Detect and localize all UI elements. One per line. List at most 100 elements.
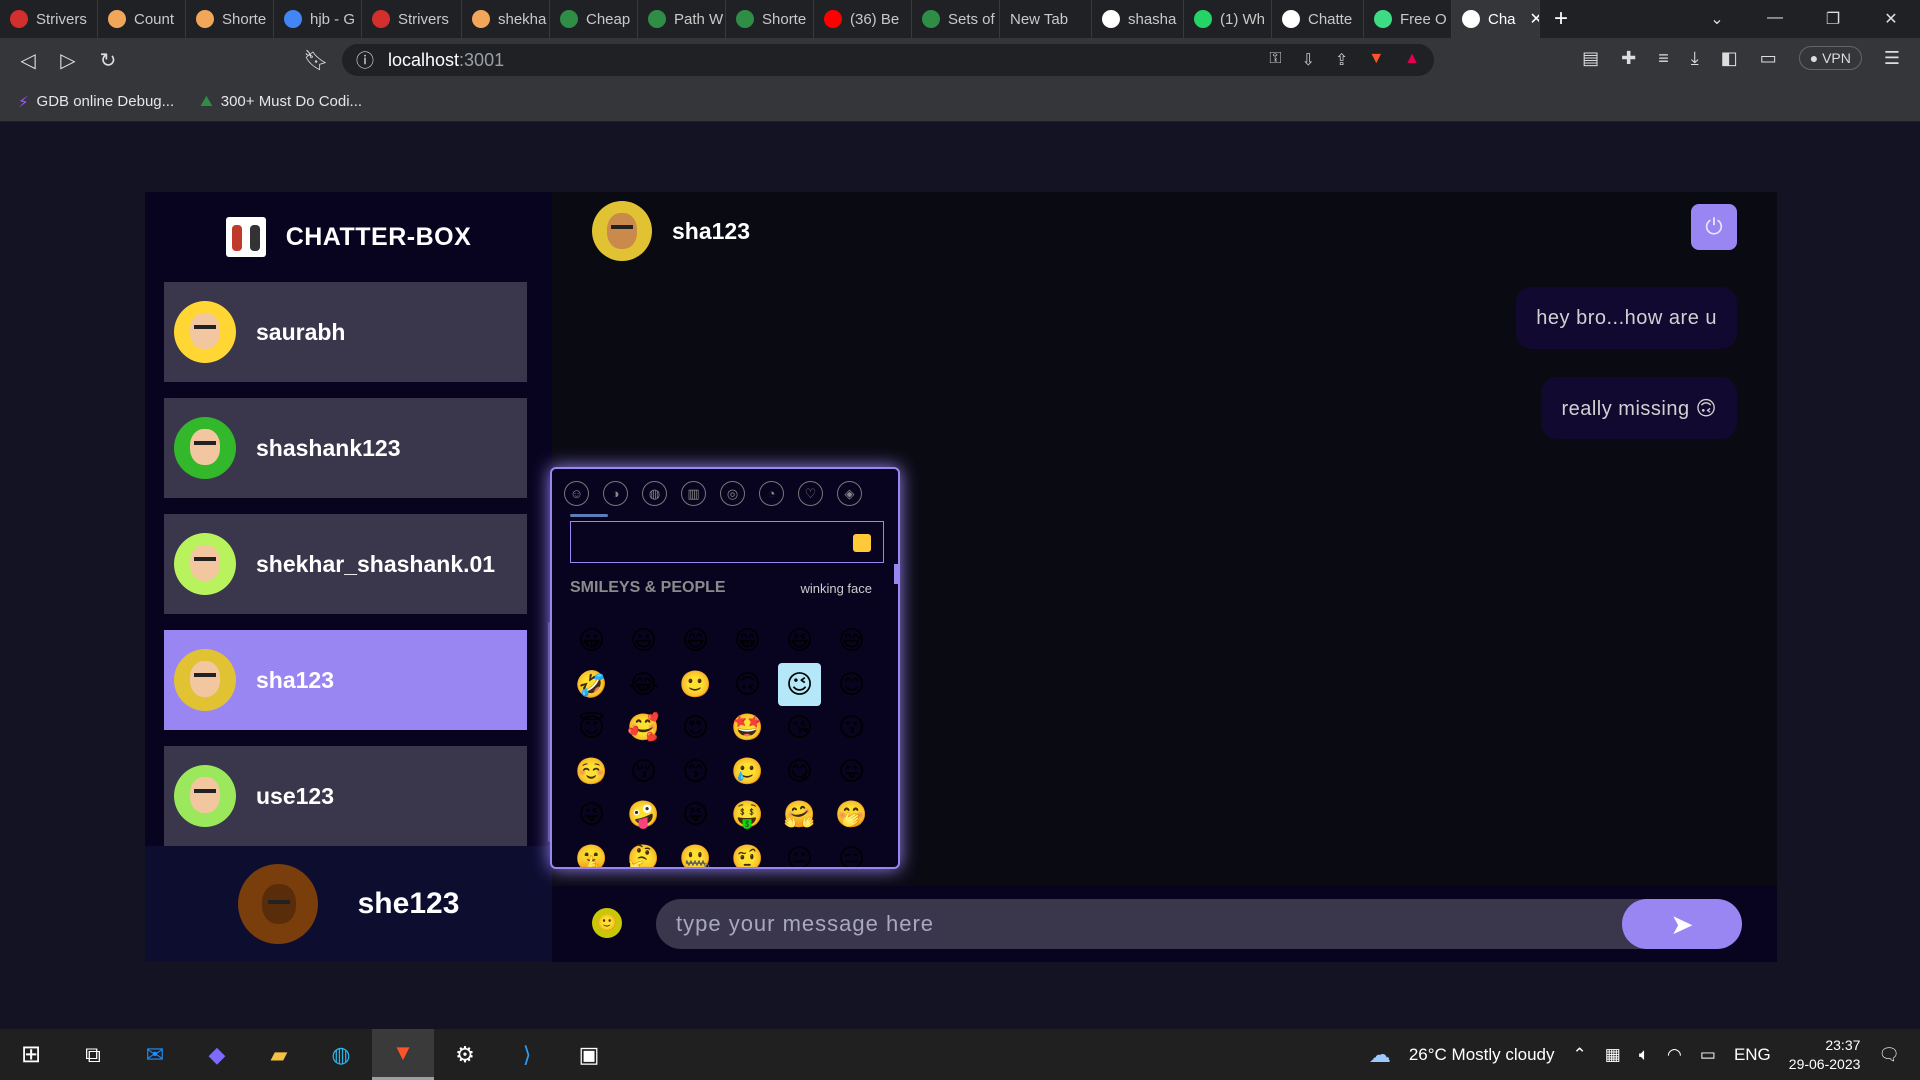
forward-icon[interactable]: ▷ bbox=[48, 48, 88, 73]
emoji-item[interactable]: 😘 bbox=[778, 706, 821, 750]
brave-icon[interactable]: ▼ bbox=[372, 1029, 434, 1080]
task-view-icon[interactable]: ⧉ bbox=[62, 1029, 124, 1080]
browser-tab[interactable]: Strivers bbox=[0, 0, 98, 38]
category-flags-icon[interactable]: ◈ bbox=[837, 481, 862, 506]
emoji-item[interactable]: 😚 bbox=[622, 750, 665, 794]
browser-tab[interactable]: Cheap bbox=[550, 0, 638, 38]
sidebar-icon[interactable]: ◧ bbox=[1721, 48, 1738, 69]
browser-tab[interactable]: (1) Wh bbox=[1184, 0, 1272, 38]
start-icon[interactable]: ⊞ bbox=[0, 1029, 62, 1080]
emoji-item[interactable]: 🥰 bbox=[622, 706, 665, 750]
emoji-item[interactable]: 😉 bbox=[778, 662, 821, 706]
browser-tab[interactable]: Free O bbox=[1364, 0, 1452, 38]
tray-overflow-icon[interactable]: ⌃ bbox=[1573, 1045, 1587, 1065]
browser-tab[interactable]: Path W bbox=[638, 0, 726, 38]
category-travel-icon[interactable]: ▥ bbox=[681, 481, 706, 506]
skin-tone-button[interactable] bbox=[853, 534, 871, 552]
browser-tab[interactable]: Cha ✕ bbox=[1452, 0, 1540, 38]
emoji-item[interactable]: 😃 bbox=[622, 619, 665, 663]
close-window-button[interactable]: ✕ bbox=[1862, 9, 1920, 29]
weather-icon[interactable]: ☁ bbox=[1369, 1042, 1391, 1068]
tab-search-icon[interactable]: ⌄ bbox=[1688, 9, 1746, 29]
logout-button[interactable]: ⏻ bbox=[1691, 204, 1737, 250]
emoji-item[interactable]: 🤐 bbox=[674, 837, 717, 867]
category-food-icon[interactable]: ◍ bbox=[642, 481, 667, 506]
emoji-item[interactable]: 🤩 bbox=[726, 706, 769, 750]
share-icon[interactable]: ⇪ bbox=[1335, 50, 1348, 70]
browser-tab[interactable]: New Tab bbox=[1000, 0, 1092, 38]
browser-tab[interactable]: Shorte bbox=[726, 0, 814, 38]
send-button[interactable]: ➤ bbox=[1622, 899, 1742, 949]
back-icon[interactable]: ◁ bbox=[8, 48, 48, 73]
emoji-item[interactable]: 😊 bbox=[830, 663, 873, 707]
extensions-icon[interactable]: ✚ bbox=[1621, 48, 1636, 69]
site-info-icon[interactable]: ⓘ bbox=[356, 47, 374, 73]
browser-tab[interactable]: shekha bbox=[462, 0, 550, 38]
terminal-icon[interactable]: ▣ bbox=[558, 1029, 620, 1080]
reload-icon[interactable]: ↻ bbox=[88, 48, 128, 73]
emoji-item[interactable]: 🥲 bbox=[726, 750, 769, 794]
emoji-item[interactable]: 😍 bbox=[674, 706, 717, 750]
emoji-item[interactable]: 🤣 bbox=[570, 663, 613, 707]
category-activities-icon[interactable]: ◎ bbox=[720, 481, 745, 506]
emoji-item[interactable]: 😀 bbox=[570, 619, 613, 663]
wifi-icon[interactable]: ◠ bbox=[1667, 1045, 1682, 1065]
emoji-item[interactable]: 😁 bbox=[726, 619, 769, 663]
new-tab-button[interactable]: + bbox=[1540, 5, 1582, 33]
browser-tab[interactable]: Chatte bbox=[1272, 0, 1364, 38]
browser-tab[interactable]: Shorte bbox=[186, 0, 274, 38]
emoji-search-input[interactable] bbox=[570, 521, 884, 563]
vscode-icon[interactable]: ⟩ bbox=[496, 1029, 558, 1080]
restore-button[interactable]: ❐ bbox=[1804, 9, 1862, 29]
emoji-scrollbar[interactable] bbox=[894, 564, 898, 584]
bookmark-300[interactable]: ⛰ 300+ Must Do Codi... bbox=[200, 93, 362, 110]
category-animals-icon[interactable]: ◑ bbox=[603, 481, 628, 506]
network-icon[interactable]: ▦ bbox=[1605, 1045, 1621, 1065]
emoji-item[interactable]: 🤫 bbox=[570, 837, 613, 867]
emoji-item[interactable]: 😇 bbox=[570, 706, 613, 750]
browser-tab[interactable]: (36) Be bbox=[814, 0, 912, 38]
browser-tab[interactable]: Count bbox=[98, 0, 186, 38]
emoji-item[interactable]: 😋 bbox=[778, 750, 821, 794]
category-symbols-icon[interactable]: ♡ bbox=[798, 481, 823, 506]
emoji-item[interactable]: 🤔 bbox=[622, 837, 665, 867]
emoji-item[interactable]: 😆 bbox=[778, 619, 821, 663]
battery-icon[interactable]: ▭ bbox=[1700, 1045, 1716, 1065]
bookmark-gdb[interactable]: ⚡ GDB online Debug... bbox=[18, 93, 174, 111]
photos-icon[interactable]: ◆ bbox=[186, 1029, 248, 1080]
emoji-item[interactable]: 🤪 bbox=[622, 793, 665, 837]
emoji-item[interactable]: 🤭 bbox=[830, 793, 873, 837]
emoji-item[interactable]: 😗 bbox=[830, 706, 873, 750]
emoji-item[interactable]: 😛 bbox=[830, 750, 873, 794]
emoji-item[interactable]: 😄 bbox=[674, 619, 717, 663]
volume-icon[interactable]: 🔈︎ bbox=[1639, 1045, 1649, 1065]
browser-tab[interactable]: shasha bbox=[1092, 0, 1184, 38]
tab-close-icon[interactable]: ✕ bbox=[1530, 9, 1539, 29]
settings-icon[interactable]: ⚙ bbox=[434, 1029, 496, 1080]
emoji-item[interactable]: 😑 bbox=[830, 837, 873, 867]
weather-text[interactable]: 26°C Mostly cloudy bbox=[1409, 1045, 1555, 1065]
downloads-icon[interactable]: ⤓ bbox=[1691, 48, 1699, 69]
emoji-item[interactable]: 😐 bbox=[778, 837, 821, 867]
browser-tab[interactable]: hjb - G bbox=[274, 0, 362, 38]
emoji-item[interactable]: 🤨 bbox=[726, 837, 769, 867]
vpn-button[interactable]: ● VPN bbox=[1798, 46, 1862, 70]
emoji-item[interactable]: 🙂 bbox=[674, 663, 717, 707]
clock[interactable]: 23:37 29-06-2023 bbox=[1789, 1036, 1861, 1074]
emoji-item[interactable]: 🤗 bbox=[778, 793, 821, 837]
language-indicator[interactable]: ENG bbox=[1734, 1045, 1771, 1065]
menu-icon[interactable]: ☰ bbox=[1884, 48, 1900, 69]
emoji-item[interactable]: 🤑 bbox=[726, 793, 769, 837]
brave-shield-icon[interactable]: ▼ bbox=[1368, 50, 1384, 70]
reader-icon[interactable]: ▤ bbox=[1582, 48, 1599, 69]
playlist-icon[interactable]: ≡ bbox=[1658, 48, 1669, 69]
browser-tab[interactable]: Sets of bbox=[912, 0, 1000, 38]
emoji-item[interactable]: 🙃 bbox=[726, 663, 769, 707]
brave-rewards-icon[interactable]: ▲ bbox=[1404, 50, 1420, 70]
mail-icon[interactable]: ✉ bbox=[124, 1029, 186, 1080]
message-input[interactable] bbox=[656, 899, 1736, 949]
emoji-item[interactable]: 😂 bbox=[622, 663, 665, 707]
wallet-icon[interactable]: ▭ bbox=[1760, 48, 1777, 69]
browser-tab[interactable]: Strivers bbox=[362, 0, 462, 38]
minimize-button[interactable]: — bbox=[1746, 9, 1804, 29]
